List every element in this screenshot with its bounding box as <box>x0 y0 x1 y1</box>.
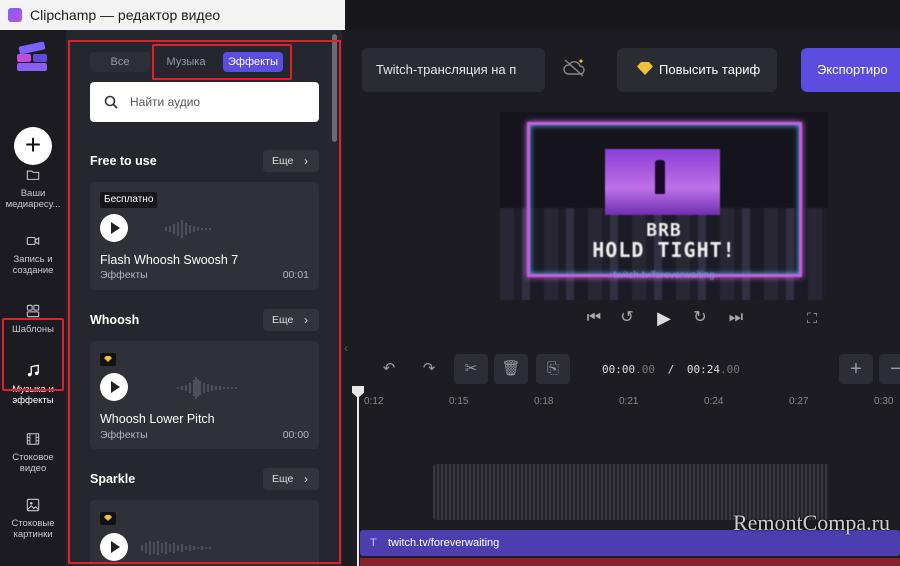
card-duration: 00:01 <box>282 269 309 281</box>
folder-icon <box>26 170 40 180</box>
card-title: Whoosh Lower Pitch <box>100 412 215 426</box>
timeline-ruler[interactable]: 0:12 0:15 0:18 0:21 0:24 0:27 0:30 <box>342 392 900 412</box>
fullscreen-icon[interactable]: ⛶ <box>802 306 822 330</box>
title-bar-dark <box>345 0 900 30</box>
audio-card[interactable]: Whoosh Lower Pitch Эффекты 00:00 <box>90 341 319 449</box>
free-badge: Бесплатно <box>100 192 158 208</box>
image-icon <box>26 498 40 512</box>
sidebar-item-record-create[interactable]: Запись и создание <box>0 234 66 276</box>
section-title: Whoosh <box>90 313 140 327</box>
export-button[interactable]: Экспортиро <box>801 48 900 92</box>
card-category: Эффекты <box>100 269 148 281</box>
tab-all[interactable]: Все <box>90 52 150 72</box>
audio-card[interactable] <box>90 500 319 566</box>
play-icon[interactable]: ▶ <box>654 306 674 330</box>
timecode: 00:00.00 / 00:24.00 <box>602 363 740 376</box>
sidebar-item-stock-images[interactable]: Стоковые картинки <box>0 498 66 540</box>
search-icon <box>104 95 118 109</box>
ruler-tick: 0:27 <box>789 396 809 407</box>
watermark-text: RemontCompa.ru <box>732 510 890 535</box>
ruler-tick: 0:30 <box>874 396 894 407</box>
sidebar-item-label: Запись и создание <box>12 254 54 276</box>
playback-controls: ⏮ ↺ ▶ ↻ ⏭ ⛶ <box>584 306 824 330</box>
play-button[interactable] <box>100 373 128 401</box>
premium-gem-icon <box>100 512 116 525</box>
undo-icon[interactable]: ↶ <box>372 354 406 384</box>
time-separator: / <box>667 363 675 376</box>
preview-url: twitch.tv/foreverwaiting <box>613 270 715 281</box>
nav-highlight-frame <box>2 318 64 391</box>
playhead[interactable] <box>357 388 359 566</box>
chevron-right-icon: › <box>304 154 308 168</box>
clipchamp-logo[interactable] <box>17 41 49 72</box>
upgrade-plan-button[interactable]: Повысить тариф <box>617 48 777 92</box>
clipboard-icon[interactable]: ⎘ <box>536 354 570 384</box>
upgrade-label: Повысить тариф <box>659 62 761 77</box>
see-more-button[interactable]: Еще › <box>263 309 319 331</box>
time-current-frac: .00 <box>635 363 655 376</box>
chevron-right-icon: › <box>304 313 308 327</box>
play-button[interactable] <box>100 533 128 561</box>
search-placeholder: Найти аудио <box>130 95 201 109</box>
skip-forward-icon[interactable]: ⏭ <box>726 306 746 330</box>
tabs-highlight-frame <box>152 44 292 80</box>
ruler-tick: 0:15 <box>449 396 469 407</box>
waveform-icon <box>141 541 211 555</box>
window-title: Clipchamp — редактор видео <box>30 7 221 23</box>
premium-gem-icon <box>100 353 116 366</box>
add-media-button[interactable]: + <box>14 127 52 165</box>
camera-icon <box>26 236 40 246</box>
card-title: Flash Whoosh Swoosh 7 <box>100 253 239 267</box>
forward-icon[interactable]: ↻ <box>690 306 710 330</box>
ruler-tick: 0:18 <box>534 396 554 407</box>
preview-text-hold: HOLD TIGHT! <box>592 238 736 262</box>
zoom-in-icon[interactable]: + <box>839 354 873 384</box>
time-current: 00:00 <box>602 363 636 376</box>
ruler-tick: 0:24 <box>704 396 724 407</box>
redo-icon[interactable]: ↷ <box>412 354 446 384</box>
card-category: Эффекты <box>100 429 148 441</box>
sidebar-item-stock-video[interactable]: Стоковое видео <box>0 432 66 474</box>
templates-icon <box>26 304 40 318</box>
ruler-tick: 0:12 <box>364 396 384 407</box>
video-preview[interactable]: BRB HOLD TIGHT! twitch.tv/foreverwaiting <box>500 112 828 300</box>
premium-gem-icon <box>637 62 653 75</box>
split-scissors-icon[interactable]: ✂ <box>454 354 488 384</box>
card-duration: 00:00 <box>282 429 309 441</box>
waveform-icon <box>165 220 211 238</box>
sidebar-item-label: Стоковое видео <box>12 452 54 474</box>
see-more-label: Еще <box>272 473 294 485</box>
film-icon <box>26 433 40 445</box>
rewind-icon[interactable]: ↺ <box>617 306 637 330</box>
play-button[interactable] <box>100 214 128 242</box>
sidebar-item-label: Стоковые картинки <box>11 518 55 540</box>
left-nav: + Ваши медиаресу... Запись и создание Ша… <box>0 30 66 566</box>
see-more-button[interactable]: Еще › <box>263 468 319 490</box>
project-name-field[interactable]: Twitch-трансляция на п <box>362 48 545 92</box>
chevron-right-icon: › <box>304 472 308 486</box>
sidebar-item-label: Ваши медиаресу... <box>5 188 61 210</box>
time-total-frac: .00 <box>720 363 740 376</box>
overlay-track-clip[interactable] <box>360 558 900 566</box>
panel-scrollbar[interactable] <box>332 34 337 142</box>
audio-card[interactable]: Бесплатно Flash Whoosh Swoosh 7 Эффекты … <box>90 182 319 290</box>
see-more-label: Еще <box>272 155 294 167</box>
sidebar-item-your-media[interactable]: Ваши медиаресу... <box>0 168 66 210</box>
waveform-icon <box>177 377 237 399</box>
cloud-offline-icon[interactable] <box>562 58 586 78</box>
skip-back-icon[interactable]: ⏮ <box>584 306 604 330</box>
clipchamp-app-icon <box>8 8 22 22</box>
title-bar: Clipchamp — редактор видео <box>0 0 345 30</box>
time-total: 00:24 <box>686 363 720 376</box>
section-title: Free to use <box>90 154 157 168</box>
see-more-label: Еще <box>272 314 294 326</box>
zoom-out-icon[interactable]: − <box>879 354 900 384</box>
see-more-button[interactable]: Еще › <box>263 150 319 172</box>
ruler-tick: 0:21 <box>619 396 639 407</box>
search-audio-input[interactable]: Найти аудио <box>90 82 319 122</box>
delete-trash-icon[interactable]: 🗑 <box>494 354 528 384</box>
section-title: Sparkle <box>90 472 136 486</box>
